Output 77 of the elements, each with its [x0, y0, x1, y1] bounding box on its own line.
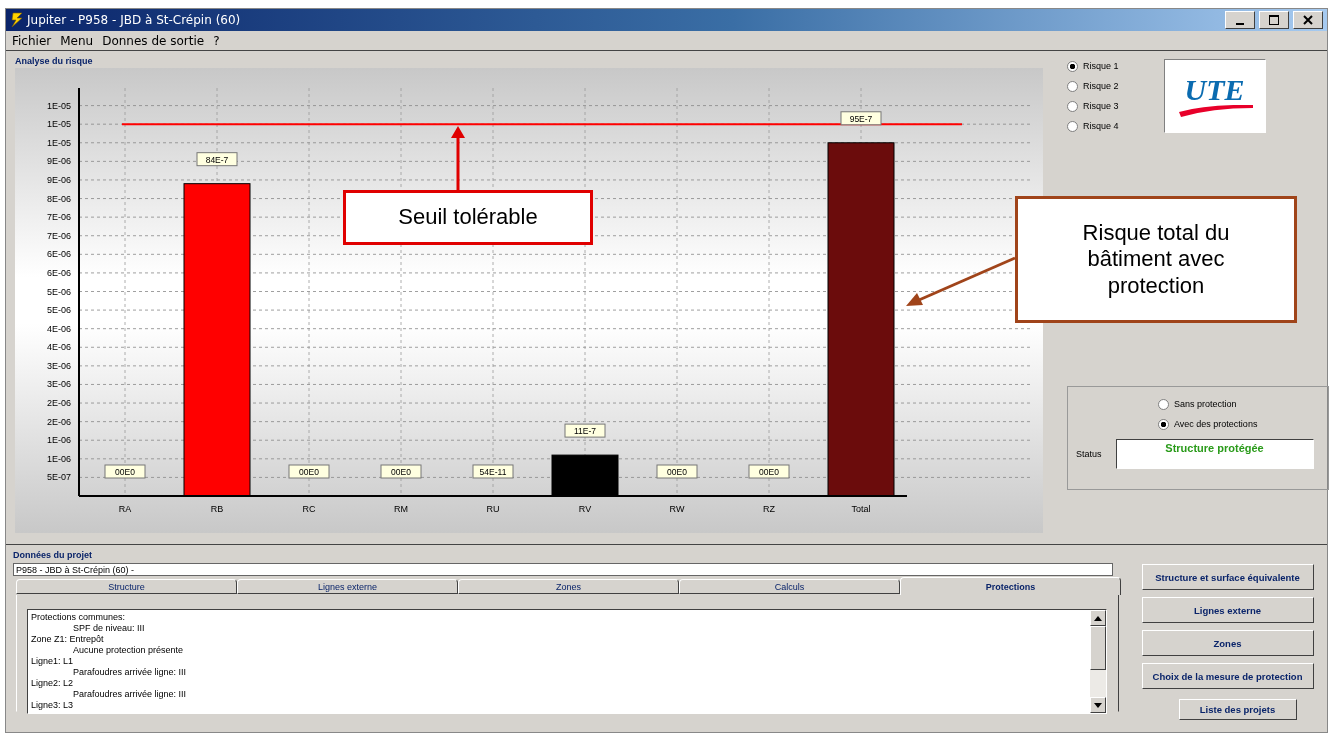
- callout-box: Risque total du bâtiment avec protection: [1015, 196, 1297, 323]
- axis-tick-label: 7E-06: [46, 230, 71, 241]
- value-label: 54E-11: [472, 464, 514, 479]
- axis-tick-label: 9E-06: [46, 174, 71, 185]
- axis-tick-label: 1E-05: [46, 119, 71, 130]
- value-label: 00E0: [380, 464, 422, 479]
- detail-line: Zone Z1: Entrepôt: [31, 634, 105, 645]
- category-label: RA: [118, 504, 132, 514]
- axis-tick-label: 8E-06: [46, 193, 71, 204]
- category-label: Total: [851, 504, 871, 514]
- section-title: Données du projet: [13, 549, 93, 562]
- action-button[interactable]: Structure et surface équivalente: [1141, 564, 1314, 590]
- category-label: RW: [669, 504, 685, 514]
- axis-tick-label: 6E-06: [46, 267, 71, 278]
- axis-tick-label: 9E-06: [46, 156, 71, 167]
- category-label: RU: [486, 504, 500, 514]
- axis-tick-label: 5E-07: [46, 472, 71, 483]
- axis-tick-label: 1E-06: [46, 435, 71, 446]
- detail-line: SPF de niveau: III: [72, 623, 146, 634]
- detail-line: Ligne2: L2: [31, 678, 75, 689]
- axis-tick-label: 4E-06: [46, 342, 71, 353]
- value-label: 00E0: [656, 464, 698, 479]
- axis-tick-label: 1E-05: [46, 137, 71, 148]
- axis-tick-label: 1E-05: [46, 100, 71, 111]
- category-label: RB: [210, 504, 224, 514]
- action-button[interactable]: Zones: [1141, 630, 1314, 656]
- detail-line: Parafoudres arrivée ligne: III: [72, 667, 188, 678]
- callout-box: Seuil tolérable: [343, 190, 593, 245]
- radio-option[interactable]: Sans protection: [1158, 397, 1320, 411]
- menu-item[interactable]: Menu: [60, 33, 94, 48]
- value-label: 00E0: [104, 464, 146, 479]
- menu-item[interactable]: ?: [213, 33, 220, 48]
- detail-line: Aucune protection présente: [72, 645, 185, 656]
- axis-tick-label: 5E-06: [46, 305, 71, 316]
- radio-option[interactable]: Risque 4: [1067, 119, 1119, 133]
- tab[interactable]: Zones: [458, 579, 679, 594]
- detail-line: Parafoudres arrivée ligne: III: [72, 689, 188, 700]
- axis-tick-label: 2E-06: [46, 398, 71, 409]
- value-label: 00E0: [748, 464, 790, 479]
- logo-text: UTE: [1184, 75, 1245, 105]
- axis-tick-label: 6E-06: [46, 249, 71, 260]
- menu-item[interactable]: Fichier: [12, 33, 52, 48]
- project-name-field[interactable]: P958 - JBD à St-Crépin (60) -: [13, 563, 1113, 576]
- radio-option[interactable]: Risque 3: [1067, 99, 1119, 113]
- axis-tick-label: 3E-06: [46, 360, 71, 371]
- tab[interactable]: Calculs: [679, 579, 900, 594]
- category-label: RM: [394, 504, 408, 514]
- status-field: Structure protégée: [1115, 439, 1314, 469]
- axis-tick-label: 1E-06: [46, 453, 71, 464]
- detail-line: Ligne1: L1: [31, 656, 75, 667]
- detail-line: Protections communes:: [31, 612, 127, 623]
- section-title: Analyse du risque: [15, 55, 94, 68]
- value-label: 11E-7: [564, 423, 606, 438]
- axis-tick-label: 7E-06: [46, 212, 71, 223]
- value-label: 95E-7: [840, 111, 882, 126]
- axis-tick-label: 5E-06: [46, 286, 71, 297]
- category-label: RZ: [763, 504, 775, 514]
- category-label: RC: [302, 504, 316, 514]
- tab[interactable]: Protections: [900, 577, 1121, 595]
- tab[interactable]: Structure: [16, 579, 237, 594]
- action-button[interactable]: Choix de la mesure de protection: [1141, 663, 1314, 689]
- value-label: 00E0: [288, 464, 330, 479]
- status-label: Status: [1076, 449, 1102, 459]
- tab[interactable]: Lignes externe: [237, 579, 458, 594]
- value-label: 84E-7: [196, 152, 238, 167]
- radio-option[interactable]: Avec des protections: [1158, 417, 1320, 431]
- detail-line: Ligne3: L3: [31, 700, 75, 711]
- axis-tick-label: 2E-06: [46, 416, 71, 427]
- axis-tick-label: 3E-06: [46, 379, 71, 390]
- window-title: Jupiter - P958 - JBD à St-Crépin (60): [27, 13, 241, 27]
- menu-item[interactable]: Donnes de sortie: [102, 33, 205, 48]
- radio-option[interactable]: Risque 1: [1067, 59, 1119, 73]
- category-label: RV: [578, 504, 592, 514]
- action-button[interactable]: Liste des projets: [1178, 699, 1297, 720]
- axis-tick-label: 4E-06: [46, 323, 71, 334]
- action-button[interactable]: Lignes externe: [1141, 597, 1314, 623]
- radio-option[interactable]: Risque 2: [1067, 79, 1119, 93]
